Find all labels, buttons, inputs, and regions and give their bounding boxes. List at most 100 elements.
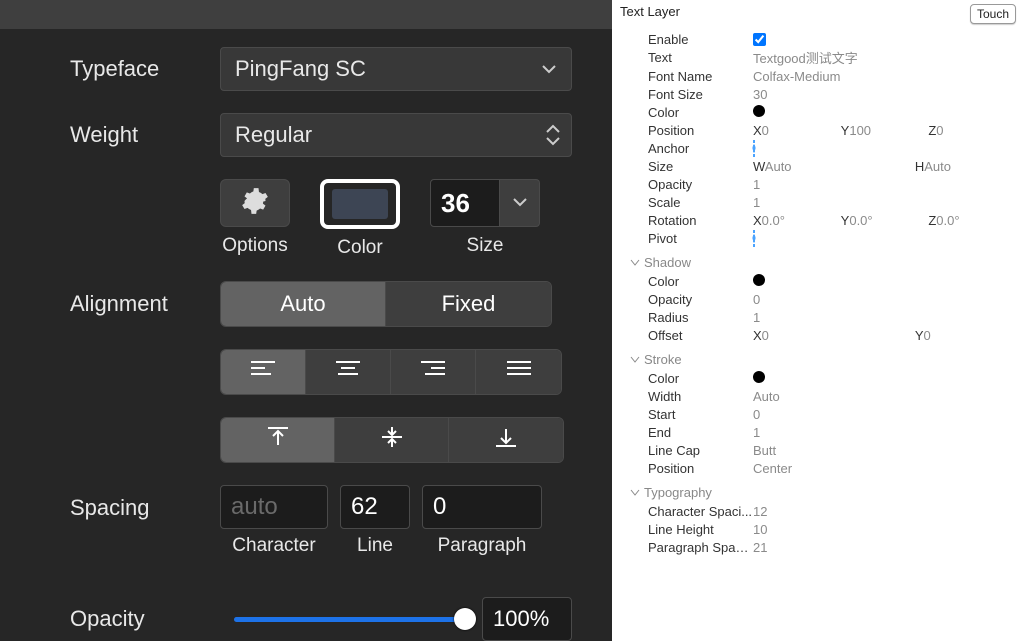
line-spacing-input[interactable]: 62 [340,485,410,529]
anchor-icon[interactable] [753,140,755,157]
paragraph-spacing-input[interactable]: 0 [422,485,542,529]
left-panel: Typeface PingFang SC Weight Regular [0,0,612,641]
align-top-icon [266,425,290,455]
chevron-down-icon [541,64,557,74]
typeface-dropdown[interactable]: PingFang SC [220,47,572,91]
pivot-icon[interactable] [753,230,755,247]
prop-fontsize-value[interactable]: 30 [753,87,1016,102]
enable-checkbox[interactable] [753,33,766,46]
position-x[interactable]: 0 [762,123,769,138]
stroke-width[interactable]: Auto [753,389,1016,404]
typo-para-spacing[interactable]: 21 [753,540,1016,555]
alignment-label: Alignment [70,291,220,317]
stroke-position[interactable]: Center [753,461,1016,476]
position-z[interactable]: 0 [936,123,943,138]
prop-anchor-label: Anchor [648,141,753,156]
align-right-icon [419,359,447,385]
prop-scale-value[interactable]: 1 [753,195,1016,210]
align-justify-button[interactable] [476,350,561,394]
alignment-row: Alignment Auto Fixed [70,281,572,327]
typo-line-height[interactable]: 10 [753,522,1016,537]
alignment-mode-segment: Auto Fixed [220,281,552,327]
h-align-row [70,349,572,395]
align-left-button[interactable] [221,350,306,394]
rotation-y[interactable]: 0.0° [849,213,872,228]
stroke-linecap[interactable]: Butt [753,443,1016,458]
color-dot-icon[interactable] [753,105,765,117]
inspector-title: Text Layer [620,4,680,19]
prop-pivot-label: Pivot [648,231,753,246]
shadow-radius[interactable]: 1 [753,310,1016,325]
prop-text-value[interactable]: Textgood测试文字 [753,48,1016,67]
section-stroke[interactable]: Stroke [630,352,1016,367]
align-center-button[interactable] [306,350,391,394]
chevron-down-icon [630,259,640,267]
opacity-slider[interactable] [234,616,468,622]
chevron-down-icon [630,356,640,364]
gear-icon [241,187,269,220]
typeface-value: PingFang SC [235,56,366,82]
prop-rotation-label: Rotation [648,213,753,228]
color-swatch-inner [332,189,388,219]
rotation-z[interactable]: 0.0° [936,213,959,228]
stroke-color-dot-icon[interactable] [753,371,765,383]
section-shadow[interactable]: Shadow [630,255,1016,270]
prop-color-label: Color [648,105,753,120]
section-typography[interactable]: Typography [630,485,1016,500]
align-middle-icon [380,425,404,455]
align-left-icon [249,359,277,385]
prop-opacity-value[interactable]: 1 [753,177,1016,192]
align-right-button[interactable] [391,350,476,394]
prop-fontname-value[interactable]: Colfax-Medium [753,69,1016,84]
options-sublabel: Options [222,235,287,257]
h-align-segment [220,349,562,395]
slider-thumb-icon[interactable] [454,608,476,630]
opacity-value-input[interactable]: 100% [482,597,572,641]
character-spacing-input[interactable]: auto [220,485,328,529]
size-dropdown[interactable] [500,179,540,227]
align-middle-button[interactable] [335,418,449,462]
chevron-down-icon [630,489,640,497]
opacity-label: Opacity [70,606,220,632]
character-spacing-label: Character [232,535,315,557]
typeface-row: Typeface PingFang SC [70,47,572,91]
rotation-x[interactable]: 0.0° [762,213,785,228]
prop-position-label: Position [648,123,753,138]
prop-size-label: Size [648,159,753,174]
shadow-offset-y[interactable]: 0 [924,328,931,343]
touch-button[interactable]: Touch [970,4,1016,24]
alignment-auto-button[interactable]: Auto [221,282,386,326]
prop-opacity-label: Opacity [648,177,753,192]
opacity-row: Opacity 100% [70,597,572,641]
options-button[interactable] [220,179,290,227]
stroke-end[interactable]: 1 [753,425,1016,440]
v-align-row [70,417,572,463]
shadow-color-dot-icon[interactable] [753,274,765,286]
shadow-opacity[interactable]: 0 [753,292,1016,307]
left-panel-topbar [0,0,612,29]
align-bottom-button[interactable] [449,418,563,462]
shadow-offset-x[interactable]: 0 [762,328,769,343]
weight-select[interactable]: Regular [220,113,572,157]
position-y[interactable]: 100 [849,123,871,138]
right-panel: Text Layer Touch Enable TextTextgood测试文字… [612,0,1024,641]
align-justify-icon [505,359,533,385]
options-color-size-row: Options Color 36 Size [220,179,572,259]
typo-char-spacing[interactable]: 12 [753,504,1016,519]
size-sublabel: Size [467,235,504,257]
v-align-segment [220,417,564,463]
prop-enable-label: Enable [648,32,753,47]
typeface-label: Typeface [70,56,220,82]
size-input[interactable]: 36 [430,179,500,227]
inspector-properties: Enable TextTextgood测试文字 Font NameColfax-… [620,30,1016,556]
alignment-fixed-button[interactable]: Fixed [386,282,551,326]
prop-fontsize-label: Font Size [648,87,753,102]
size-w[interactable]: Auto [765,159,792,174]
color-swatch[interactable] [320,179,400,229]
stroke-start[interactable]: 0 [753,407,1016,422]
size-h[interactable]: Auto [924,159,951,174]
align-top-button[interactable] [221,418,335,462]
spacing-label: Spacing [70,495,220,521]
stepper-icon [545,123,561,147]
paragraph-spacing-label: Paragraph [438,535,527,557]
